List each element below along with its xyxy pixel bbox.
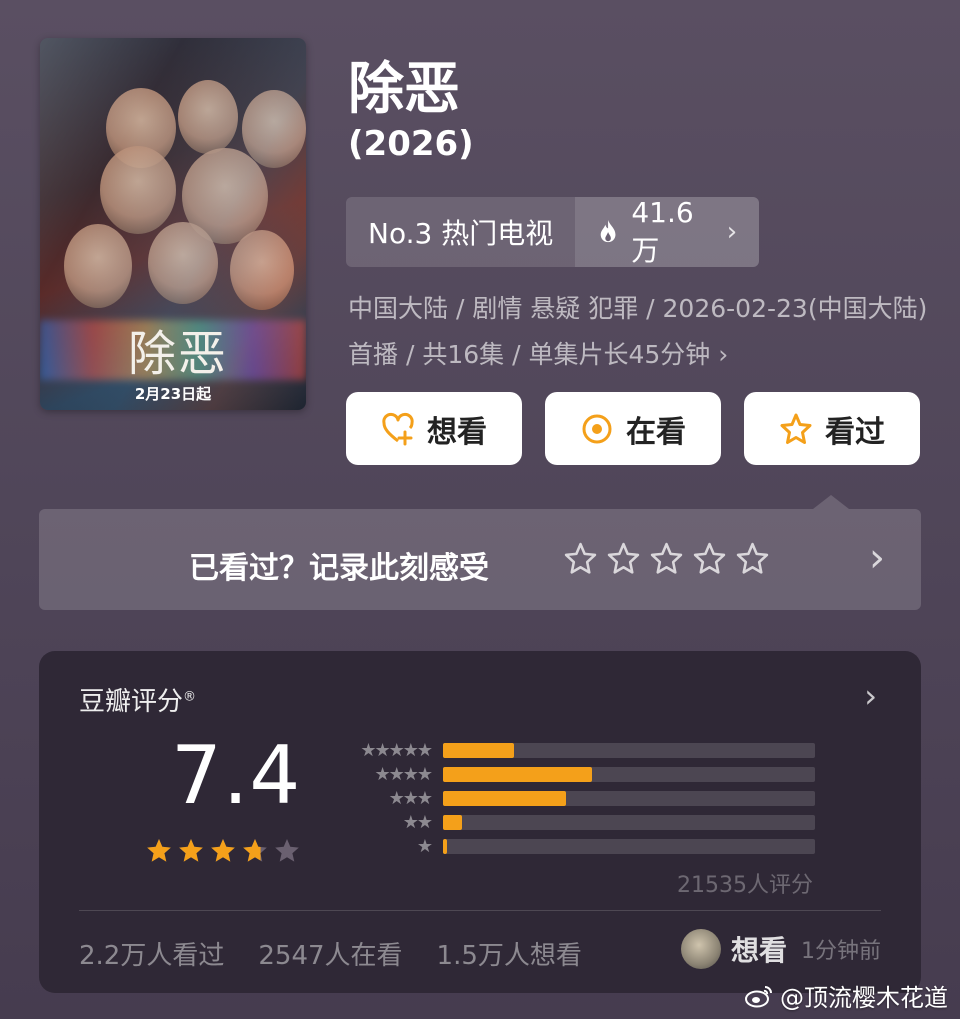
want-to-watch-label: 想看: [427, 414, 487, 450]
star-outline-icon[interactable]: [692, 541, 727, 576]
heart-plus-icon: [382, 412, 414, 445]
meta-text: 中国大陆 / 剧情 悬疑 犯罪 / 2026-02-23(中国大陆)首播 / 共…: [348, 294, 928, 369]
distribution-track: [443, 839, 815, 854]
distribution-bar: [443, 767, 592, 782]
release-year: (2026): [348, 124, 474, 164]
star-level-icon: ★★★: [388, 788, 433, 809]
chevron-right-icon[interactable]: ›: [864, 677, 877, 715]
poster-image[interactable]: 除恶 2月23日起: [40, 38, 306, 410]
divider: [79, 910, 881, 911]
distribution-track: [443, 767, 815, 782]
star-outline-icon[interactable]: [735, 541, 770, 576]
distribution-bar: [443, 791, 566, 806]
star-outline-icon[interactable]: [649, 541, 684, 576]
flame-icon: [600, 219, 616, 243]
chevron-right-icon: ›: [718, 340, 729, 369]
avatar: [680, 929, 721, 969]
rating-star-icon: [179, 839, 203, 862]
distribution-bar: [443, 743, 514, 758]
ranking-label: No.3 热门电视: [346, 197, 576, 267]
star-outline-icon: [780, 413, 812, 444]
watching-label: 在看: [626, 414, 686, 450]
star-level-icon: ★: [416, 836, 433, 857]
heat-section[interactable]: 41.6万 ›: [575, 197, 760, 267]
watching-button[interactable]: 在看: [545, 392, 721, 465]
friend-action: 想看: [730, 934, 787, 967]
chevron-right-icon: ›: [726, 217, 738, 247]
score-stars: [145, 837, 301, 865]
weibo-icon: [745, 985, 772, 1007]
star-outline-icon[interactable]: [606, 541, 641, 576]
watched-button[interactable]: 看过: [744, 392, 920, 465]
rating-star-icon: [211, 839, 235, 862]
distribution-track: [443, 791, 815, 806]
rating-star-icon: [147, 839, 171, 862]
watch-stats: 2.2万人看过 2547人在看 1.5万人想看: [79, 935, 582, 972]
rating-card[interactable]: 豆瓣评分® › 7.4 ★★★★★ ★★★★ ★★★ ★★ ★ 21535人评分 2.2…: [39, 651, 921, 993]
rating-star-icon: [243, 839, 267, 862]
record-feeling-bar[interactable]: 已看过？记录此刻感受 ›: [39, 495, 921, 610]
star-level-icon: ★★: [402, 812, 433, 833]
rating-count: 21535人评分: [677, 873, 813, 898]
distribution-track: [443, 743, 815, 758]
distribution-track: [443, 815, 815, 830]
friend-activity[interactable]: 想看 1分钟前: [680, 929, 881, 969]
want-to-watch-button[interactable]: 想看: [346, 392, 522, 465]
rating-score: 7.4: [171, 729, 302, 822]
distribution-bar: [443, 839, 447, 854]
watched-label: 看过: [825, 414, 885, 450]
watched-count[interactable]: 2.2万人看过: [79, 935, 224, 972]
target-icon: [582, 414, 612, 443]
star-level-icon: ★★★★: [374, 764, 433, 785]
bubble-notch: [813, 495, 849, 509]
heat-value: 41.6万: [631, 197, 694, 267]
page-title: 除恶: [348, 57, 460, 122]
watermark: @顶流樱木花道: [744, 978, 948, 1013]
friend-time: 1分钟前: [801, 939, 881, 964]
rating-stars-input[interactable]: [563, 541, 770, 576]
registered-mark: ®: [183, 689, 197, 705]
want-count[interactable]: 1.5万人想看: [437, 935, 582, 972]
star-level-icon: ★★★★★: [360, 740, 433, 761]
rating-title: 豆瓣评分®: [79, 687, 197, 717]
ranking-pill[interactable]: No.3 热门电视 41.6万 ›: [346, 197, 760, 267]
watermark-text: @顶流樱木花道: [780, 984, 948, 1012]
rating-star-icon: [275, 839, 299, 862]
poster-date: 2月23日起: [134, 385, 212, 403]
meta-info[interactable]: 中国大陆 / 剧情 悬疑 犯罪 / 2026-02-23(中国大陆)首播 / 共…: [348, 286, 928, 378]
watching-count[interactable]: 2547人在看: [258, 935, 402, 972]
distribution-bar: [443, 815, 462, 830]
poster-title-art: 除恶: [128, 326, 229, 382]
star-outline-icon[interactable]: [563, 541, 598, 576]
record-feeling-label: 已看过？记录此刻感受: [189, 551, 489, 586]
chevron-right-icon: ›: [869, 535, 885, 581]
